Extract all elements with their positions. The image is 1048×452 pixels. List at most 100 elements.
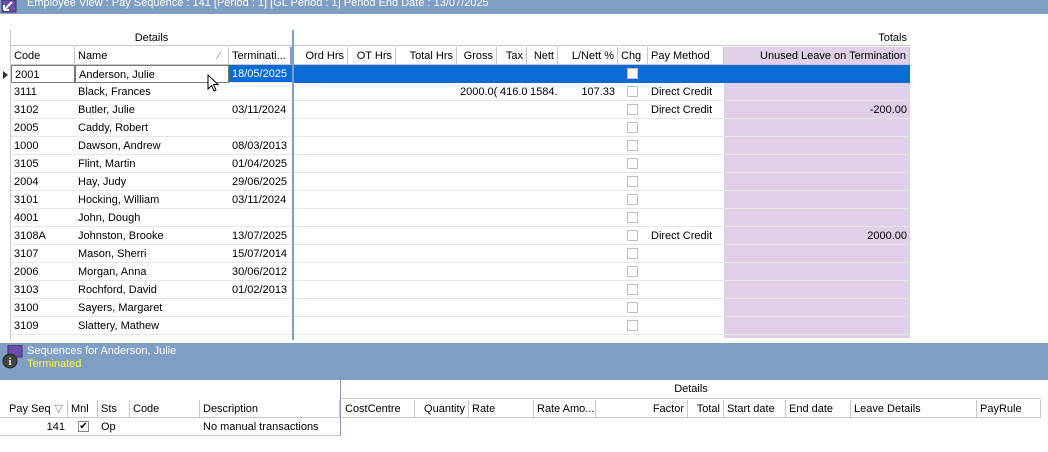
col-header-unused-leave[interactable]: Unused Leave on Termination <box>724 47 910 65</box>
cell-total-hrs[interactable] <box>396 65 457 83</box>
cell-gross[interactable] <box>457 119 497 137</box>
chg-checkbox[interactable] <box>627 176 638 187</box>
cell-total-hrs[interactable] <box>396 173 457 191</box>
chg-checkbox[interactable] <box>627 302 638 313</box>
cell-code[interactable]: 2001 <box>11 65 75 83</box>
cell-total-hrs[interactable] <box>396 137 457 155</box>
seq-col-header-rate-amount[interactable]: Rate Amo... <box>534 400 596 418</box>
cell-ot-hrs[interactable] <box>348 155 396 173</box>
seq-col-header-rate[interactable]: Rate <box>469 400 534 418</box>
cell-chg[interactable] <box>618 245 648 263</box>
cell-name[interactable]: Black, Frances <box>75 83 229 101</box>
cell-chg[interactable] <box>618 209 648 227</box>
chg-checkbox[interactable] <box>627 122 638 133</box>
cell-nett[interactable] <box>527 209 558 227</box>
col-header-termination[interactable]: Terminati... <box>229 47 292 65</box>
seq-col-header-start-date[interactable]: Start date <box>724 400 786 418</box>
cell-code[interactable]: 1000 <box>11 137 75 155</box>
cell-name[interactable]: John, Dough <box>75 209 229 227</box>
cell-gross[interactable] <box>457 227 497 245</box>
cell-code[interactable]: 2006 <box>11 263 75 281</box>
cell-nett[interactable] <box>527 227 558 245</box>
cell-lnett[interactable] <box>558 227 618 245</box>
cell-gross[interactable] <box>457 101 497 119</box>
cell-termination[interactable]: 18/05/2025 <box>229 65 292 83</box>
cell-ot-hrs[interactable] <box>348 101 396 119</box>
chg-checkbox[interactable] <box>627 140 638 151</box>
cell-code[interactable]: 3103 <box>11 281 75 299</box>
col-header-gross[interactable]: Gross <box>457 47 497 65</box>
cell-gross[interactable] <box>457 155 497 173</box>
cell-unused-leave[interactable] <box>724 137 910 155</box>
table-row[interactable]: 3102 Butler, Julie 03/11/2024 Direct Credit… <box>0 101 910 119</box>
cell-code[interactable]: 3102 <box>11 101 75 119</box>
cell-lnett[interactable] <box>558 191 618 209</box>
cell-chg[interactable] <box>618 155 648 173</box>
cell-name[interactable]: Hocking, William <box>75 191 229 209</box>
cell-pay-method[interactable] <box>648 155 724 173</box>
seq-col-header-sts[interactable]: Sts <box>98 400 130 418</box>
cell-chg[interactable] <box>618 101 648 119</box>
cell-chg[interactable] <box>618 227 648 245</box>
cell-ord-hrs[interactable] <box>294 245 348 263</box>
seq-col-header-leave-details[interactable]: Leave Details <box>851 400 977 418</box>
cell-termination[interactable] <box>229 119 292 137</box>
cell-total-hrs[interactable] <box>396 155 457 173</box>
seq-col-header-costcentre[interactable]: CostCentre <box>342 400 415 418</box>
cell-tax[interactable] <box>497 317 527 335</box>
cell-termination[interactable]: 01/02/2013 <box>229 281 292 299</box>
cell-termination[interactable]: 03/11/2024 <box>229 191 292 209</box>
cell-tax[interactable] <box>497 137 527 155</box>
cell-ord-hrs[interactable] <box>294 65 348 83</box>
cell-ord-hrs[interactable] <box>294 83 348 101</box>
cell-ord-hrs[interactable] <box>294 281 348 299</box>
cell-nett[interactable] <box>527 119 558 137</box>
cell-ot-hrs[interactable] <box>348 299 396 317</box>
cell-code[interactable]: 3107 <box>11 245 75 263</box>
cell-total-hrs[interactable] <box>396 119 457 137</box>
cell-nett[interactable] <box>527 155 558 173</box>
cell-lnett[interactable] <box>558 65 618 83</box>
cell-nett[interactable] <box>527 65 558 83</box>
cell-total-hrs[interactable] <box>396 317 457 335</box>
cell-unused-leave[interactable] <box>724 155 910 173</box>
cell-unused-leave[interactable] <box>724 299 910 317</box>
table-row[interactable]: 3103 Rochford, David 01/02/2013 <box>0 281 910 299</box>
cell-tax[interactable] <box>497 209 527 227</box>
cell-unused-leave[interactable] <box>724 317 910 335</box>
cell-chg[interactable] <box>618 83 648 101</box>
cell-lnett[interactable]: 107.33 <box>558 83 618 101</box>
cell-total-hrs[interactable] <box>396 101 457 119</box>
cell-lnett[interactable] <box>558 281 618 299</box>
cell-pay-method[interactable]: Direct Credit <box>648 227 724 245</box>
cell-termination[interactable]: 29/06/2025 <box>229 173 292 191</box>
cell-gross[interactable] <box>457 191 497 209</box>
cell-pay-method[interactable] <box>648 317 724 335</box>
chg-checkbox[interactable] <box>627 320 638 331</box>
cell-pay-method[interactable] <box>648 191 724 209</box>
col-header-ord-hrs[interactable]: Ord Hrs <box>294 47 348 65</box>
table-row[interactable]: 3100 Sayers, Margaret <box>0 299 910 317</box>
seq-col-header-code[interactable]: Code <box>130 400 200 418</box>
cell-name[interactable]: Flint, Martin <box>75 155 229 173</box>
cell-unused-leave[interactable] <box>724 191 910 209</box>
cell-code[interactable]: 2004 <box>11 173 75 191</box>
seq-col-header-end-date[interactable]: End date <box>786 400 851 418</box>
chg-checkbox[interactable] <box>627 212 638 223</box>
seq-row-pay-seq[interactable]: 141 <box>0 418 68 436</box>
table-row[interactable]: 3101 Hocking, William 03/11/2024 <box>0 191 910 209</box>
seq-col-header-description[interactable]: Description <box>200 400 340 418</box>
cell-total-hrs[interactable] <box>396 263 457 281</box>
col-header-tax[interactable]: Tax <box>497 47 527 65</box>
cell-code[interactable]: 4001 <box>11 209 75 227</box>
seq-col-header-mnl[interactable]: Mnl <box>68 400 98 418</box>
cell-lnett[interactable] <box>558 299 618 317</box>
seq-row-mnl[interactable]: ✔ <box>68 418 98 436</box>
cell-gross[interactable] <box>457 137 497 155</box>
cell-ot-hrs[interactable] <box>348 83 396 101</box>
cell-ord-hrs[interactable] <box>294 137 348 155</box>
seq-col-header-total[interactable]: Total <box>688 400 724 418</box>
cell-chg[interactable] <box>618 299 648 317</box>
col-header-pay-method[interactable]: Pay Method <box>648 47 724 65</box>
table-row[interactable]: 3107 Mason, Sherri 15/07/2014 <box>0 245 910 263</box>
